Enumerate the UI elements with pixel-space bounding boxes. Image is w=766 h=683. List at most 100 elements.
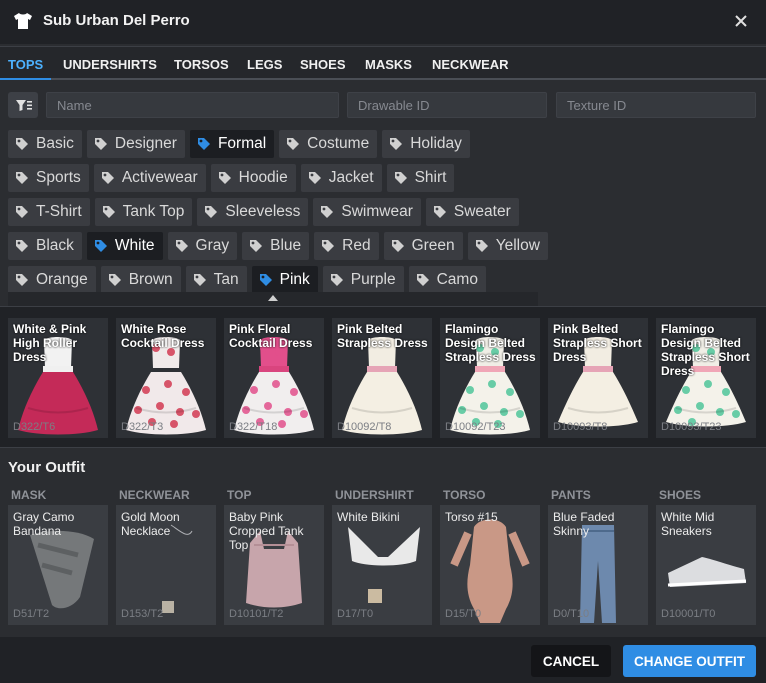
tag-purple[interactable]: Purple (322, 266, 404, 294)
result-code: D322/T18 (229, 421, 278, 433)
tag-icon (16, 240, 28, 252)
tag-jacket[interactable]: Jacket (300, 164, 382, 192)
tag-label: White (114, 237, 155, 254)
tag-label: T-Shirt (36, 203, 82, 220)
tab-neckwear[interactable]: NECKWEAR (432, 57, 509, 72)
tag-label: Tank Top (122, 203, 185, 220)
window-title: Sub Urban Del Perro (43, 12, 190, 29)
slot-item-name: White Bikini (337, 510, 400, 524)
slot-category: MASK (11, 488, 47, 502)
tag-tank-top[interactable]: Tank Top (94, 198, 193, 226)
outfit-slot-torso[interactable]: Torso #15 D15/T0 (440, 505, 540, 625)
result-card[interactable]: Flamingo Design Belted Strapless Dress D1… (440, 318, 540, 438)
tag-icon (391, 240, 404, 252)
tag-activewear[interactable]: Activewear (93, 164, 206, 192)
tag-label: Pink (279, 271, 310, 288)
result-name: Pink Floral Cocktail Dress (229, 322, 313, 350)
tag-designer[interactable]: Designer (86, 130, 185, 158)
tag-yellow[interactable]: Yellow (467, 232, 548, 260)
outfit-slot-pants[interactable]: Blue Faded Skinny D0/T10 (548, 505, 648, 625)
tag-label: Sports (36, 169, 81, 186)
tag-costume[interactable]: Costume (279, 130, 378, 158)
tag-label: Gray (195, 237, 230, 254)
result-code: D10093/T8 (553, 421, 608, 433)
slot-item-name: Torso #15 (445, 510, 498, 524)
name-search-input[interactable] (46, 92, 339, 118)
tag-t-shirt[interactable]: T-Shirt (8, 198, 90, 226)
tag-label: Camo (436, 271, 478, 288)
tag-label: Basic (36, 135, 74, 152)
tag-icon (475, 240, 488, 252)
cancel-button[interactable]: CANCEL (531, 645, 611, 677)
result-name: White Rose Cocktail Dress (121, 322, 205, 350)
tag-camo[interactable]: Camo (408, 266, 486, 294)
tag-blue[interactable]: Blue (242, 232, 310, 260)
outfit-slot-neckwear[interactable]: Gold Moon Necklace D153/T2 (116, 505, 216, 625)
tag-brown[interactable]: Brown (100, 266, 181, 294)
tag-sleeveless[interactable]: Sleeveless (197, 198, 309, 226)
outfit-slot-shoes[interactable]: White Mid Sneakers D10001/T0 (656, 505, 756, 625)
tag-hoodie[interactable]: Hoodie (210, 164, 296, 192)
tag-icon (205, 206, 218, 218)
collapse-caret-icon[interactable] (268, 295, 278, 301)
tag-icon (330, 274, 343, 286)
tag-formal[interactable]: Formal (189, 130, 275, 158)
tag-gray[interactable]: Gray (167, 232, 238, 260)
tag-shirt[interactable]: Shirt (386, 164, 455, 192)
tag-icon (259, 274, 272, 286)
tag-label: Green (411, 237, 455, 254)
slot-category: TORSO (443, 488, 486, 502)
tag-tan[interactable]: Tan (185, 266, 247, 294)
tag-icon (94, 240, 107, 252)
tag-row: Black White Gray Blue Red Green Yellow (8, 232, 548, 260)
tag-pink[interactable]: Pink (251, 266, 318, 294)
tab-tops[interactable]: TOPS (8, 57, 43, 72)
tag-holiday[interactable]: Holiday (382, 130, 470, 158)
tag-row: Sports Activewear Hoodie Jacket Shirt (8, 164, 455, 192)
tab-shoes[interactable]: SHOES (300, 57, 346, 72)
result-card[interactable]: Pink Belted Strapless Dress D10092/T8 (332, 318, 432, 438)
results-strip: White & Pink High Roller Dress D322/T6 Whi… (0, 306, 766, 448)
close-icon[interactable] (732, 12, 750, 30)
tab-legs[interactable]: LEGS (247, 57, 282, 72)
tag-basic[interactable]: Basic (8, 130, 82, 158)
tag-black[interactable]: Black (8, 232, 82, 260)
result-card[interactable]: White & Pink High Roller Dress D322/T6 (8, 318, 108, 438)
change-outfit-button[interactable]: CHANGE OUTFIT (623, 645, 756, 677)
slot-item-code: D0/T10 (553, 608, 590, 620)
tag-swimwear[interactable]: Swimwear (313, 198, 421, 226)
tag-icon (250, 240, 263, 252)
tag-icon (102, 206, 115, 218)
tag-icon (16, 206, 28, 218)
texture-id-input[interactable] (556, 92, 756, 118)
tag-sweater[interactable]: Sweater (425, 198, 519, 226)
tag-icon (321, 206, 334, 218)
tab-undershirts[interactable]: UNDERSHIRTS (63, 57, 157, 72)
tag-green[interactable]: Green (383, 232, 463, 260)
slot-item-name: Gray Camo Bandana (13, 510, 75, 538)
tag-icon (16, 274, 28, 286)
tag-orange[interactable]: Orange (8, 266, 96, 294)
outfit-slot-top[interactable]: Baby Pink Cropped Tank Top D10101/T2 (224, 505, 324, 625)
outfit-slot-undershirt[interactable]: White Bikini D17/T0 (332, 505, 432, 625)
result-card[interactable]: Pink Belted Strapless Short Dress D10093/… (548, 318, 648, 438)
tab-masks[interactable]: MASKS (365, 57, 412, 72)
filter-button[interactable] (8, 92, 38, 118)
tag-red[interactable]: Red (314, 232, 379, 260)
result-card[interactable]: White Rose Cocktail Dress D322/T3 (116, 318, 216, 438)
result-card[interactable]: Flamingo Design Belted Strapless Short D… (656, 318, 756, 438)
tag-label: Brown (128, 271, 173, 288)
slot-item-code: D17/T0 (337, 608, 374, 620)
drawable-id-input[interactable] (347, 92, 547, 118)
result-card[interactable]: Pink Floral Cocktail Dress D322/T18 (224, 318, 324, 438)
slot-item-name: Baby Pink Cropped Tank Top (229, 510, 304, 552)
outfit-slot-mask[interactable]: Gray Camo Bandana D51/T2 (8, 505, 108, 625)
slot-item-code: D10101/T2 (229, 608, 284, 620)
tag-white[interactable]: White (86, 232, 163, 260)
tag-icon (175, 240, 188, 252)
tag-icon (287, 138, 300, 150)
tab-torsos[interactable]: TORSOS (174, 57, 229, 72)
tag-label: Holiday (410, 135, 462, 152)
category-tabs: TOPS UNDERSHIRTS TORSOS LEGS SHOES MASKS… (0, 46, 766, 80)
tag-sports[interactable]: Sports (8, 164, 89, 192)
